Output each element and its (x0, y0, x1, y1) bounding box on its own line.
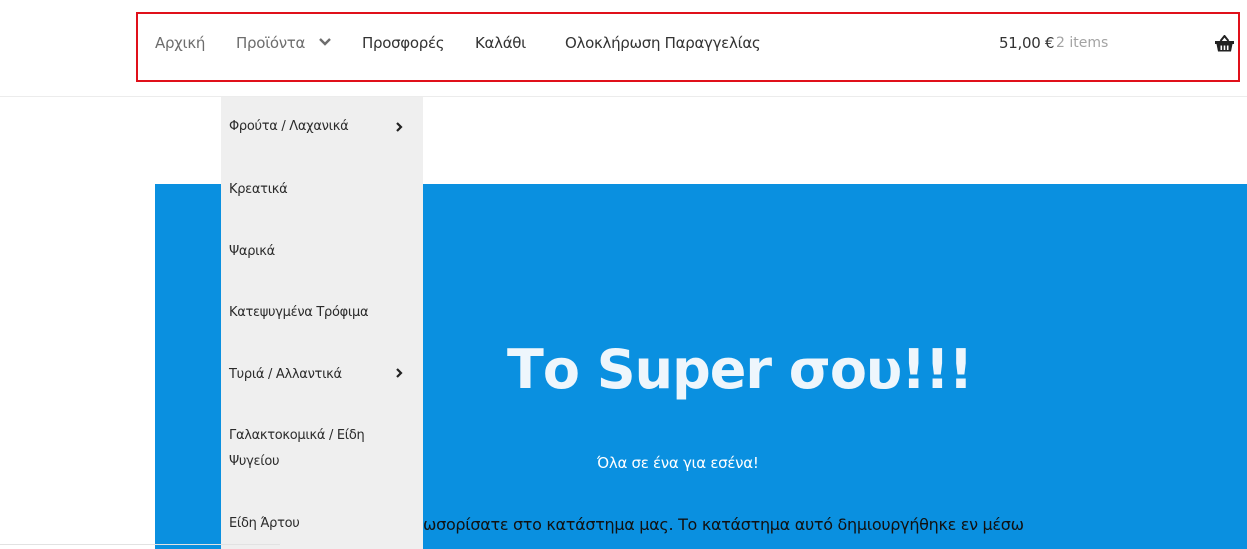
nav-cart-link[interactable]: Καλάθι (475, 34, 526, 52)
dropdown-item-fish[interactable]: Ψαρικά (229, 244, 275, 259)
header-divider (0, 96, 1247, 97)
bottom-divider (0, 544, 280, 545)
dropdown-item-meats[interactable]: Κρεατικά (229, 182, 288, 197)
hero-title: Το Super σου!!! (507, 338, 973, 401)
dropdown-item-cheese-cold-cuts[interactable]: Τυριά / Αλλαντικά (229, 367, 342, 382)
chevron-down-icon[interactable] (318, 36, 332, 48)
hero-body-text: ωσορίσατε στο κατάστημα μας. Το κατάστημ… (423, 515, 1024, 534)
nav-home-link[interactable]: Αρχική (155, 34, 205, 52)
page: Αρχική Προϊόντα Προσφορές Καλάθι Ολοκλήρ… (0, 0, 1247, 549)
basket-icon[interactable] (1215, 35, 1234, 52)
chevron-right-icon (396, 122, 403, 132)
dropdown-item-fruits-vegetables[interactable]: Φρούτα / Λαχανικά (229, 119, 349, 134)
hero-subtitle: Όλα σε ένα για εσένα! (597, 454, 759, 472)
dropdown-item-bakery[interactable]: Είδη Άρτου (229, 516, 300, 531)
dropdown-item-frozen-foods[interactable]: Κατεψυγμένα Τρόφιμα (229, 305, 369, 320)
dropdown-item-dairy-fridge[interactable]: Γαλακτοκομικά / Είδη Ψυγείου (229, 423, 399, 475)
chevron-right-icon (396, 368, 403, 378)
nav-checkout-link[interactable]: Ολοκλήρωση Παραγγελίας (565, 34, 761, 52)
products-dropdown-menu (221, 97, 423, 549)
cart-total-amount[interactable]: 51,00 € (999, 34, 1054, 52)
nav-products-link[interactable]: Προϊόντα (236, 34, 305, 52)
cart-item-count[interactable]: 2 items (1056, 35, 1108, 51)
nav-offers-link[interactable]: Προσφορές (362, 34, 445, 52)
